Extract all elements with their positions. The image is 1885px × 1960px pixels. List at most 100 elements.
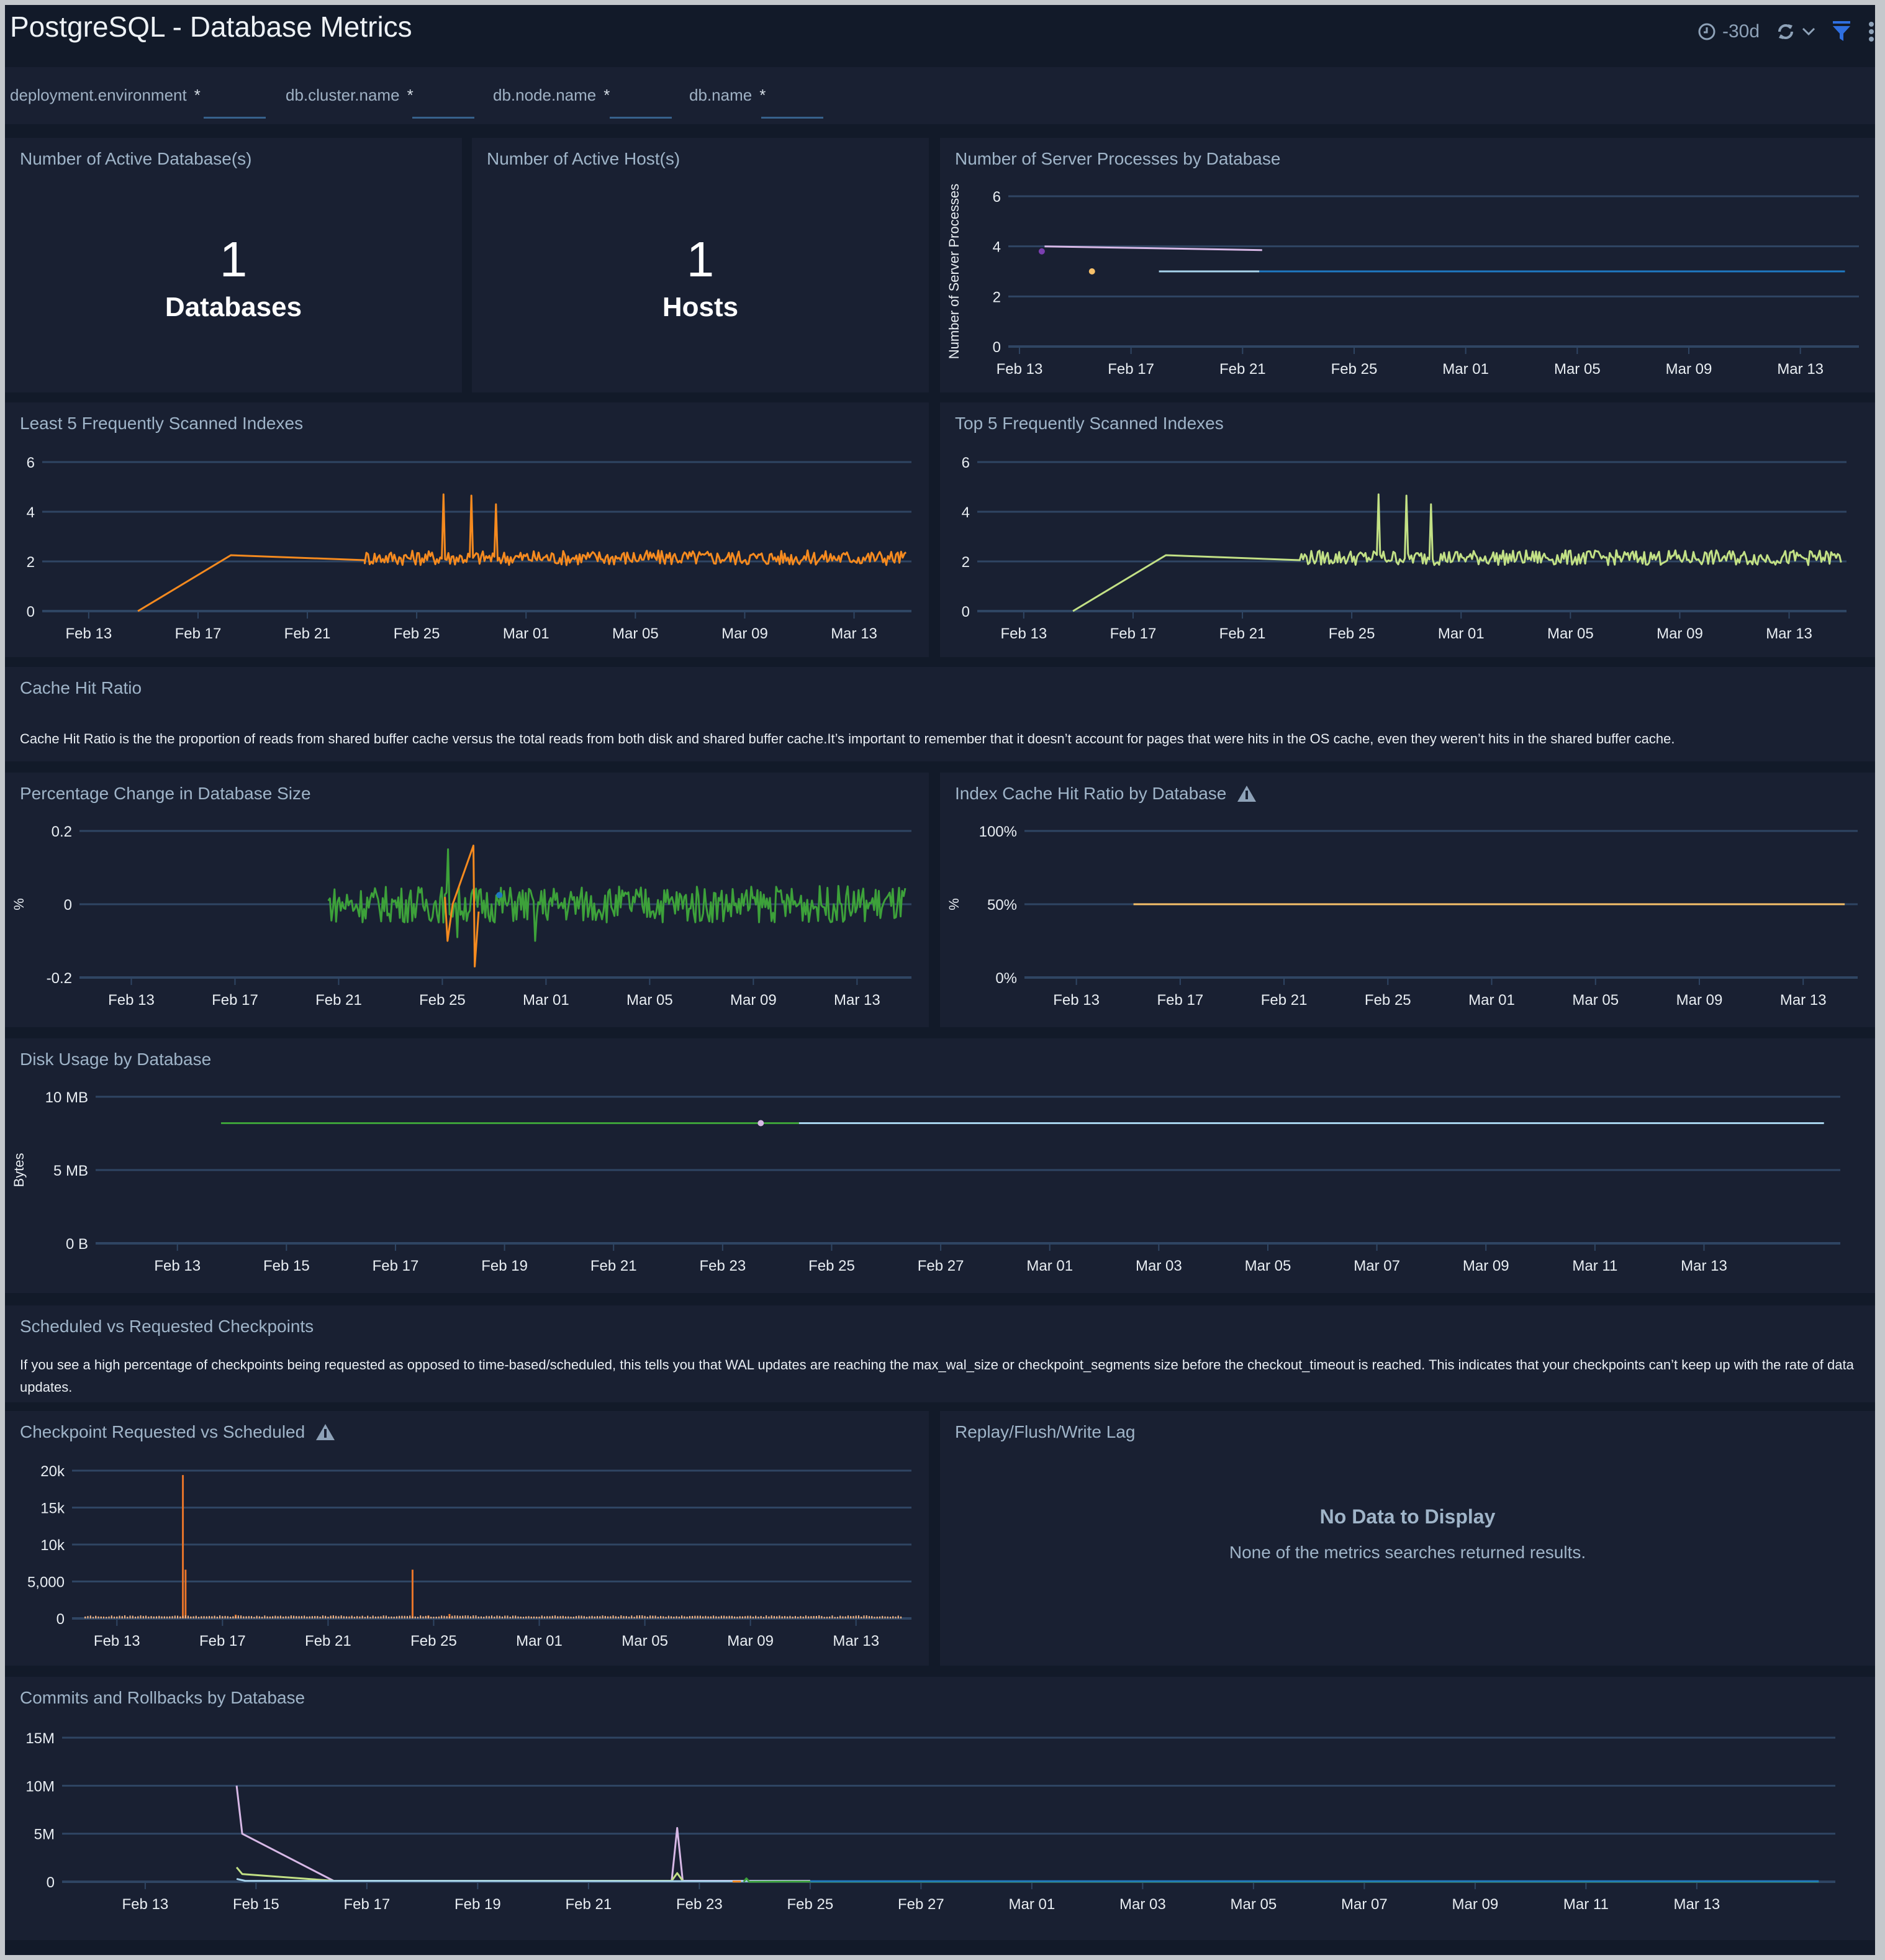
panel-commits-rollbacks[interactable]: Commits and Rollbacks by Database 0 5M 10M…	[5, 1677, 1875, 1940]
x-tick-label: Feb 17	[373, 1258, 419, 1274]
filter-db-cluster-name[interactable]: db.cluster.name *	[286, 86, 474, 119]
filter-input-underline[interactable]	[761, 117, 823, 119]
y-tick-label: 0 B	[66, 1236, 88, 1253]
panel-replay-lag[interactable]: Replay/Flush/Write Lag No Data to Displa…	[940, 1411, 1875, 1666]
x-tick-label: Mar 03	[1136, 1258, 1182, 1274]
refresh-button[interactable]	[1776, 22, 1815, 42]
series-series-2-point[interactable]	[1038, 248, 1045, 255]
panel-top-indexes[interactable]: Top 5 Frequently Scanned Indexes 0 2 4 6 Feb…	[940, 402, 1875, 657]
series-db-b-line[interactable]	[235, 1866, 684, 1882]
y-tick-label: 50%	[987, 897, 1017, 914]
series-series-3-point[interactable]	[1088, 268, 1095, 274]
dashboard-header: PostgreSQL - Database Metrics -30d	[5, 5, 1875, 67]
y-tick-label: 0	[64, 897, 72, 914]
panel-checkpoint-req[interactable]: Checkpoint Requested vs Scheduled 0 5,000…	[5, 1411, 929, 1666]
y-tick-label: 4	[993, 239, 1001, 256]
x-tick-label: Mar 13	[1681, 1258, 1727, 1274]
x-tick-label: Feb 13	[108, 992, 155, 1009]
y-tick-label: 0	[962, 604, 970, 620]
panel-active-databases[interactable]: Number of Active Database(s) 1 Databases	[5, 138, 462, 392]
x-tick-label: Mar 09	[1676, 992, 1723, 1009]
panel-disk-usage[interactable]: Disk Usage by Database 0 B5 MB 10 MB Feb 1…	[5, 1038, 1875, 1293]
filter-value[interactable]: *	[759, 86, 766, 104]
filter-deployment-environment[interactable]: deployment.environment *	[10, 86, 266, 119]
filter-value[interactable]: *	[194, 86, 201, 104]
x-tick-label: Feb 17	[175, 625, 222, 642]
y-tick-label: -0.2	[47, 970, 72, 987]
x-tick-label: Mar 13	[833, 1633, 879, 1649]
x-tick-label: Feb 25	[410, 1633, 457, 1649]
panel-active-hosts[interactable]: Number of Active Host(s) 1 Hosts	[472, 138, 929, 392]
filter-value[interactable]: *	[407, 86, 414, 104]
filter-db-node-name[interactable]: db.node.name *	[493, 86, 672, 119]
x-tick-label: Feb 17	[1108, 361, 1154, 378]
dashboard: PostgreSQL - Database Metrics -30d deplo…	[5, 5, 1875, 1955]
time-range-button[interactable]: -30d	[1697, 21, 1760, 42]
x-tick-label: Mar 13	[834, 992, 880, 1009]
checkpoint-req-chart[interactable]: 0 5,000 10k 15k 20k Feb 13 Feb 17 Feb 21 Feb 25 M…	[5, 1411, 929, 1666]
least-indexes-chart[interactable]: 0 2 4 6 Feb 13 Feb 17 Feb 21 Feb 25 Mar 01 Mar 05…	[5, 402, 929, 657]
y-tick-label: 10 MB	[45, 1089, 88, 1106]
panel-cache-hit-ratio: Cache Hit Ratio Cache Hit Ratio is the t…	[5, 667, 1875, 761]
x-tick-label: Feb 17	[1157, 992, 1203, 1009]
series-db-c-point[interactable]	[757, 1120, 764, 1127]
x-tick-label: Feb 23	[676, 1896, 723, 1913]
chevron-down-icon[interactable]	[1802, 27, 1815, 37]
x-tick-label: Mar 01	[1009, 1896, 1056, 1913]
filter-input-underline[interactable]	[204, 117, 266, 119]
x-tick-label: Feb 13	[1053, 992, 1100, 1009]
x-tick-label: Mar 01	[1468, 992, 1515, 1009]
more-vertical-icon[interactable]	[1868, 21, 1875, 42]
y-tick-label: 4	[27, 504, 35, 521]
series-db-c-point[interactable]	[496, 892, 503, 899]
x-tick-label: Feb 17	[1110, 625, 1157, 642]
header-toolbar: -30d	[1697, 16, 1875, 47]
x-tick-label: Feb 25	[787, 1896, 834, 1913]
refresh-icon	[1778, 24, 1793, 39]
x-tick-label: Feb 17	[199, 1633, 246, 1649]
x-tick-label: Mar 09	[1452, 1896, 1499, 1913]
y-tick-label: 10M	[25, 1778, 55, 1795]
filter-icon[interactable]	[1832, 21, 1851, 42]
x-tick-label: Mar 01	[1438, 625, 1485, 642]
panel-title: Number of Active Host(s)	[487, 149, 680, 168]
panel-index-cache-hit[interactable]: Index Cache Hit Ratio by Database 0% 50% 1…	[940, 773, 1875, 1027]
panel-pct-change-size[interactable]: Percentage Change in Database Size -0.2 0…	[5, 773, 929, 1027]
x-tick-label: Feb 21	[284, 625, 331, 642]
top-indexes-chart[interactable]: 0 2 4 6 Feb 13 Feb 17 Feb 21 Feb 25 Mar 01 Mar 05…	[940, 402, 1875, 657]
pct-change-size-chart[interactable]: -0.2 0 0.2 Feb 13 Feb 17 Feb 21 Feb 25 Mar 01 Ma…	[5, 773, 929, 1027]
y-tick-label: 20k	[40, 1463, 65, 1480]
panel-server-processes[interactable]: Number of Server Processes by Database 0…	[940, 138, 1875, 392]
y-tick-label: 2	[993, 289, 1001, 306]
y-tick-label: 0	[27, 604, 35, 620]
x-tick-label: Mar 01	[1442, 361, 1489, 378]
x-tick-label: Feb 25	[808, 1258, 855, 1274]
x-tick-label: Mar 13	[831, 625, 877, 642]
filter-input-underline[interactable]	[412, 117, 474, 119]
y-tick-label: 0	[47, 1874, 55, 1891]
x-tick-label: Feb 27	[898, 1896, 944, 1913]
y-tick-label: 6	[27, 455, 35, 471]
x-tick-label: Feb 25	[1331, 361, 1378, 378]
y-tick-label: 10k	[40, 1537, 65, 1554]
page-title: PostgreSQL - Database Metrics	[10, 11, 412, 43]
disk-usage-chart[interactable]: 0 B 5 MB 10 MB Feb 13 Feb 15 Feb 17 Feb 19 Feb …	[5, 1038, 1875, 1293]
index-cache-hit-chart[interactable]: 0% 50% 100% Feb 13 Feb 17 Feb 21 Feb 25 Mar 01 M…	[940, 773, 1875, 1027]
panel-title: Replay/Flush/Write Lag	[955, 1422, 1136, 1441]
server-processes-chart[interactable]: 0 2 4 6 Feb 13 Feb 17 Feb 21 Feb 25 Mar 01 Mar 05…	[940, 138, 1875, 392]
x-tick-label: Feb 25	[394, 625, 440, 642]
x-tick-label: Mar 07	[1341, 1896, 1388, 1913]
x-tick-label: Feb 13	[122, 1896, 169, 1913]
series-db-a-line[interactable]	[327, 848, 906, 942]
x-tick-label: Mar 13	[1766, 625, 1812, 642]
y-tick-label: 0	[57, 1611, 65, 1628]
x-tick-label: Feb 15	[233, 1896, 279, 1913]
filter-value[interactable]: *	[603, 86, 610, 104]
commits-rollbacks-chart[interactable]: 0 5M 10M 15M Feb 13 Feb 15 Feb 17 Feb 19 Feb 21 F…	[5, 1677, 1875, 1940]
panel-least-indexes[interactable]: Least 5 Frequently Scanned Indexes 0246F…	[5, 402, 929, 657]
filter-db-name[interactable]: db.name *	[689, 86, 823, 119]
active-databases-unit: Databases	[165, 292, 302, 322]
y-tick-label: 100%	[979, 823, 1017, 840]
filter-input-underline[interactable]	[610, 117, 672, 119]
panel-title: Cache Hit Ratio	[20, 678, 142, 697]
